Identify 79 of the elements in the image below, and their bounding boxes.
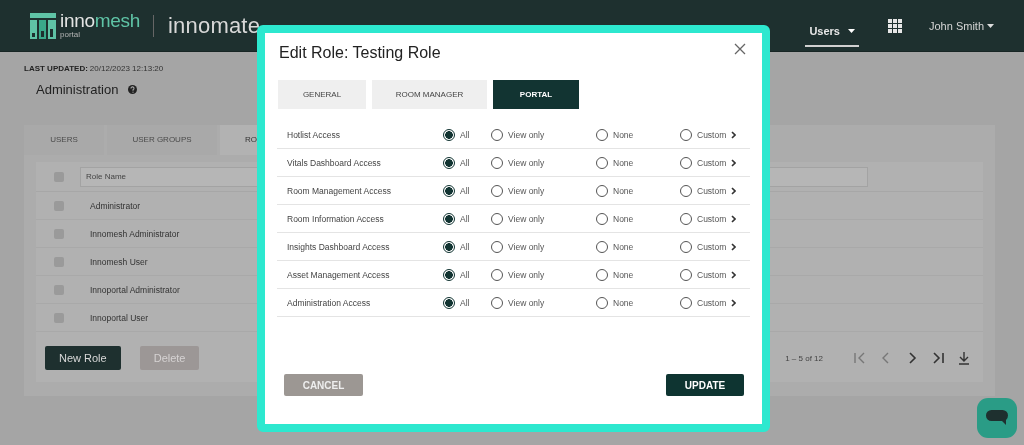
new-role-button[interactable]: New Role [45,346,121,370]
permission-label: Vitals Dashboard Access [287,157,382,168]
caret-icon [847,28,855,33]
user-menu[interactable]: John Smith [928,19,994,32]
option-label: All [460,157,470,168]
option-label: Custom [697,241,727,252]
option-label: None [613,241,634,252]
page-title: Administration [36,82,119,97]
chevron-right-icon[interactable] [731,186,737,195]
option-label: Custom [697,157,727,168]
radio-button[interactable] [443,240,455,253]
table-cell: Innomesh User [90,256,148,267]
option-label: View only [508,129,545,140]
chat-button[interactable] [977,398,1017,438]
table-cell: Innomesh Administrator [90,228,180,239]
table-cell: Administrator [90,200,141,211]
radio-button[interactable] [443,296,455,309]
radio-button[interactable] [443,212,455,225]
chat-bubble-icon [986,410,1008,426]
logo-icon [30,12,56,39]
permission-label: Hotlist Access [287,129,341,140]
permission-label: Insights Dashboard Access [287,241,391,252]
option-label: Custom [697,297,727,308]
option-label: All [460,129,470,140]
option-label: None [613,185,634,196]
option-label: All [460,297,470,308]
brand-name: innomesh [60,12,140,30]
chevron-right-icon[interactable] [731,298,737,307]
update-button[interactable]: UPDATE [666,374,744,396]
apps-grid-icon[interactable] [887,18,902,33]
last-updated-label: LAST UPDATED: [24,64,88,73]
pagination-range: 1 – 5 of 12 [785,353,823,363]
tab[interactable]: PORTAL [493,80,579,109]
last-updated-time: 20/12/2023 12:13:20 [89,64,164,73]
option-label: Custom [697,269,727,280]
option-label: None [613,157,634,168]
option-label: Custom [697,213,727,224]
option-label: View only [508,213,545,224]
radio-button[interactable] [443,268,455,281]
option-label: All [460,185,470,196]
option-label: View only [508,185,545,196]
nav-menu[interactable]: Users [805,10,859,47]
option-label: All [460,269,470,280]
chevron-right-icon[interactable] [731,214,737,223]
option-label: View only [508,297,545,308]
permission-label: Asset Management Access [287,269,391,280]
option-label: View only [508,241,545,252]
permission-label: Administration Access [287,297,372,308]
close-icon[interactable] [734,43,746,55]
option-label: None [613,129,634,140]
option-label: View only [508,269,545,280]
option-label: Custom [697,129,727,140]
option-label: Custom [697,185,727,196]
help-icon[interactable] [128,85,138,94]
option-label: All [460,213,470,224]
tab[interactable]: GENERAL [278,80,366,109]
brand-subtitle: portal [60,30,81,39]
download-icon[interactable] [957,351,971,365]
caret-icon [987,23,994,28]
dialog-title: Edit Role: Testing Role [279,44,441,62]
radio-button[interactable] [443,184,455,197]
tab[interactable]: ROOM MANAGER [372,80,487,109]
option-label: None [613,297,634,308]
product-name: innomate [168,12,261,39]
chevron-right-icon[interactable] [731,242,737,251]
option-label: None [613,213,634,224]
chevron-right-icon[interactable] [731,130,737,139]
permission-label: Room Management Access [287,185,392,196]
chevron-right-icon[interactable] [731,270,737,279]
radio-button[interactable] [443,128,455,141]
permission-label: Room Information Access [287,213,385,224]
radio-button[interactable] [443,156,455,169]
option-label: None [613,269,634,280]
option-label: View only [508,157,545,168]
last-page-icon[interactable] [931,351,945,365]
chevron-right-icon[interactable] [731,158,737,167]
table-cell: Innoportal Administrator [90,284,180,295]
option-label: All [460,241,470,252]
table-cell: Innoportal User [90,312,149,323]
